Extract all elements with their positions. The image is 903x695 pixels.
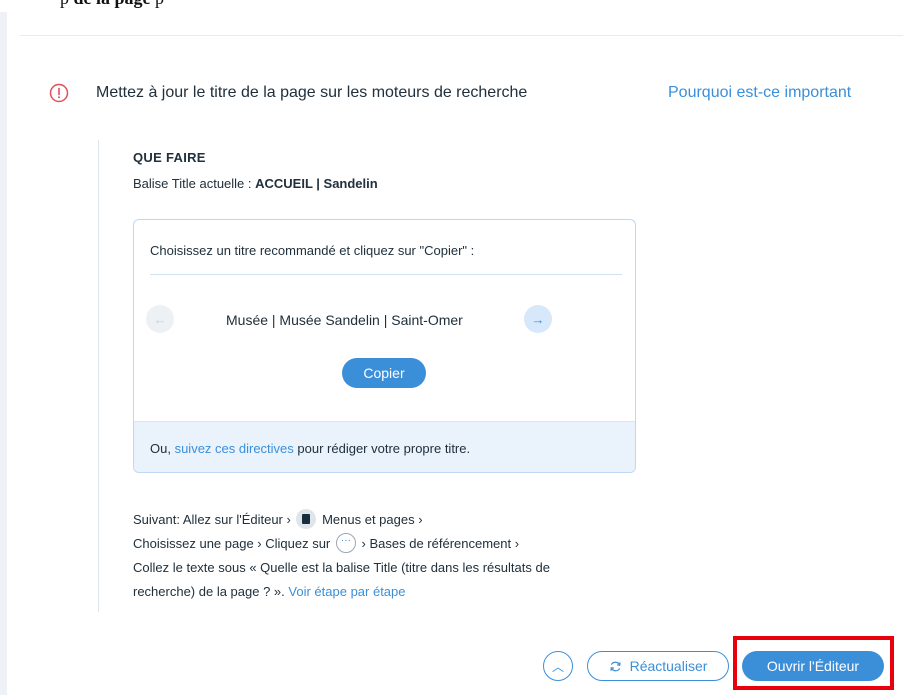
header-divider: [20, 35, 903, 36]
more-options-icon: ···: [335, 532, 356, 553]
recommended-title-card: Choisissez un titre recommandé et clique…: [133, 219, 636, 473]
issue-title: Mettez à jour le titre de la page sur le…: [96, 84, 528, 101]
guide-line: [98, 140, 99, 612]
cropped-heading: p de la page p: [0, 0, 903, 12]
card-footer: Ou, suivez ces directives pour rédiger v…: [134, 421, 635, 472]
current-title-value: ACCUEIL | Sandelin: [255, 176, 378, 191]
copy-button[interactable]: Copier: [342, 358, 426, 388]
left-edge: [0, 0, 7, 695]
open-editor-button[interactable]: Ouvrir l'Éditeur: [742, 651, 884, 681]
card-prompt: Choisissez un titre recommandé et clique…: [150, 243, 475, 258]
what-to-do-heading: QUE FAIRE: [133, 150, 206, 165]
arrow-right-icon: →: [531, 311, 545, 327]
step-by-step-link[interactable]: Voir étape par étape: [288, 584, 405, 599]
card-footer-text: Ou, suivez ces directives pour rédiger v…: [150, 441, 470, 456]
next-suggestion-button[interactable]: →: [524, 305, 552, 333]
previous-suggestion-button[interactable]: ←: [146, 305, 174, 333]
footer-prefix: Ou,: [150, 441, 175, 456]
suggested-title: Musée | Musée Sandelin | Saint-Omer: [226, 312, 463, 328]
refresh-button[interactable]: Réactualiser: [587, 651, 729, 681]
alert-circle-icon: [49, 83, 69, 103]
why-important-link[interactable]: Pourquoi est-ce important: [668, 84, 851, 102]
step-paste-end: recherche) de la page ? ».: [133, 584, 285, 599]
next-steps: Suivant: Allez sur l'Éditeur › Menus et …: [133, 508, 653, 604]
current-title-label: Balise Title actuelle :: [133, 176, 256, 191]
current-title-tag: Balise Title actuelle : ACCUEIL | Sandel…: [133, 176, 378, 191]
refresh-label: Réactualiser: [629, 658, 708, 674]
card-divider: [150, 274, 622, 275]
step-menus: Menus et pages ›: [322, 512, 423, 527]
refresh-icon: [610, 661, 621, 671]
collapse-button[interactable]: ︿: [543, 651, 573, 681]
step-seo-basics: › Bases de référencement ›: [361, 536, 520, 551]
step-choose-page: Choisissez une page › Cliquez sur: [133, 536, 331, 551]
guidelines-link[interactable]: suivez ces directives: [175, 441, 294, 456]
step-paste: Collez le texte sous « Quelle est la bal…: [133, 560, 550, 575]
step-editor: Suivant: Allez sur l'Éditeur ›: [133, 512, 291, 527]
arrow-left-icon: ←: [153, 311, 167, 327]
chevron-up-icon: ︿: [551, 659, 564, 674]
menus-pages-icon: [296, 508, 317, 529]
footer-suffix: pour rédiger votre propre titre.: [293, 441, 471, 456]
